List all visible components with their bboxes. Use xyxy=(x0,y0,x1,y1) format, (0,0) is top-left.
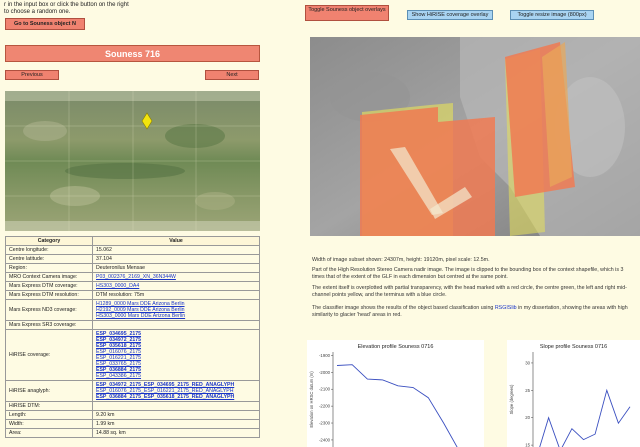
y-tick-label: 25 xyxy=(525,388,530,393)
rsgislib-link[interactable]: RSGISlib xyxy=(495,305,517,311)
chart-title: Slope profile Souness 0716 xyxy=(540,344,607,350)
elevation-profile-chart: Elevation profile Souness 0716 Elevation … xyxy=(307,340,484,447)
y-tick-label: 20 xyxy=(525,415,530,420)
chart-title: Elevation profile Souness 0716 xyxy=(358,344,434,350)
hrsc-dtm-link[interactable]: HS303_0000_DA4 xyxy=(96,283,256,289)
intro-line-1: r in the input box or click the button o… xyxy=(4,2,129,8)
hrsc-image[interactable] xyxy=(310,37,640,236)
paragraph-2: The extent itself is overplotted with pa… xyxy=(312,285,627,298)
series-line xyxy=(539,388,631,447)
y-axis-label: Slope (degrees) xyxy=(509,384,514,414)
hirise-link[interactable]: ESP_043386_2175 xyxy=(96,373,256,379)
go-to-object-button[interactable]: Go to Souness object N xyxy=(5,18,85,30)
y-tick-label: -2000 xyxy=(319,370,331,375)
table-row: Mars Express SR3 coverage: xyxy=(5,320,260,330)
table-row: HiRISE coverage: ESP_034695_2175 ESP_034… xyxy=(5,329,260,381)
table-row: Mars Express DTM resolution: DTM resoluti… xyxy=(5,290,260,300)
object-title: Souness 716 xyxy=(5,45,260,62)
table-row: Length: 9.20 km xyxy=(5,410,260,420)
show-hirise-button[interactable]: Show HiRISE coverage overlay xyxy=(407,10,493,20)
table-row: HiRISE DTM: xyxy=(5,401,260,411)
y-axis-label: Elevation on HRSC datum (m) xyxy=(309,371,314,428)
table-row: Area: 14.88 sq. km xyxy=(5,428,260,438)
y-tick-label: -2300 xyxy=(319,421,331,426)
toggle-resize-button[interactable]: Toggle resize image (800px) xyxy=(510,10,594,20)
classifier-overlay xyxy=(360,107,438,236)
col-category: Category xyxy=(5,236,93,246)
y-tick-label: -2100 xyxy=(319,387,331,392)
toggle-overlays-button[interactable]: Toggle Souness object overlays xyxy=(305,5,389,21)
next-button[interactable]: Next xyxy=(205,70,259,80)
nd3-link[interactable]: HS303_0000 Mars DDE Arizona Berlin xyxy=(96,313,256,319)
y-tick-label: -2400 xyxy=(319,437,331,442)
y-tick-label: 15 xyxy=(525,443,530,447)
slope-profile-chart: Slope profile Souness 0716 Slope (degrees… xyxy=(507,340,640,447)
y-tick-label: -1900 xyxy=(319,353,331,358)
y-tick-label: 30 xyxy=(525,360,530,365)
table-row: Centre longitude: 15.062 xyxy=(5,245,260,255)
ctx-image-link[interactable]: P03_002376_2169_XN_36N344W xyxy=(96,274,256,280)
table-row: Mars Express ND3 coverage: H1289_0000 Ma… xyxy=(5,299,260,321)
y-tick-label: -2200 xyxy=(319,404,331,409)
intro-line-2: to choose a random one. xyxy=(4,9,71,15)
table-row: MRO Context Camera image: P03_002376_2169… xyxy=(5,272,260,282)
series-line xyxy=(336,364,458,447)
previous-button[interactable]: Previous xyxy=(5,70,59,80)
table-row: Width: 1.99 km xyxy=(5,419,260,429)
intro-text: r in the input box or click the button o… xyxy=(4,2,129,16)
mars-overview-map[interactable] xyxy=(5,91,260,231)
table-row: Mars Express DTM coverage: HS303_0000_DA4 xyxy=(5,281,260,291)
table-row: Region: Deuteronilus Mensae xyxy=(5,263,260,273)
classifier-overlay xyxy=(438,117,495,236)
paragraph-1: Part of the High Resolution Stereo Camer… xyxy=(312,267,624,280)
paragraph-3: The classifier image shows the results o… xyxy=(312,305,628,318)
anaglyph-link[interactable]: ESP_036884_2175_ESP_035618_2175_RED_ANAG… xyxy=(96,394,256,400)
table-row: Centre latitude: 37.104 xyxy=(5,254,260,264)
table-row: HiRISE anaglyph: ESP_034972_2175_ESP_034… xyxy=(5,380,260,402)
col-value: Value xyxy=(92,236,260,246)
image-caption: Width of image subset shown: 24307m, hei… xyxy=(312,257,490,263)
info-table: Category Value Centre longitude: 15.062 Ce… xyxy=(5,236,260,438)
